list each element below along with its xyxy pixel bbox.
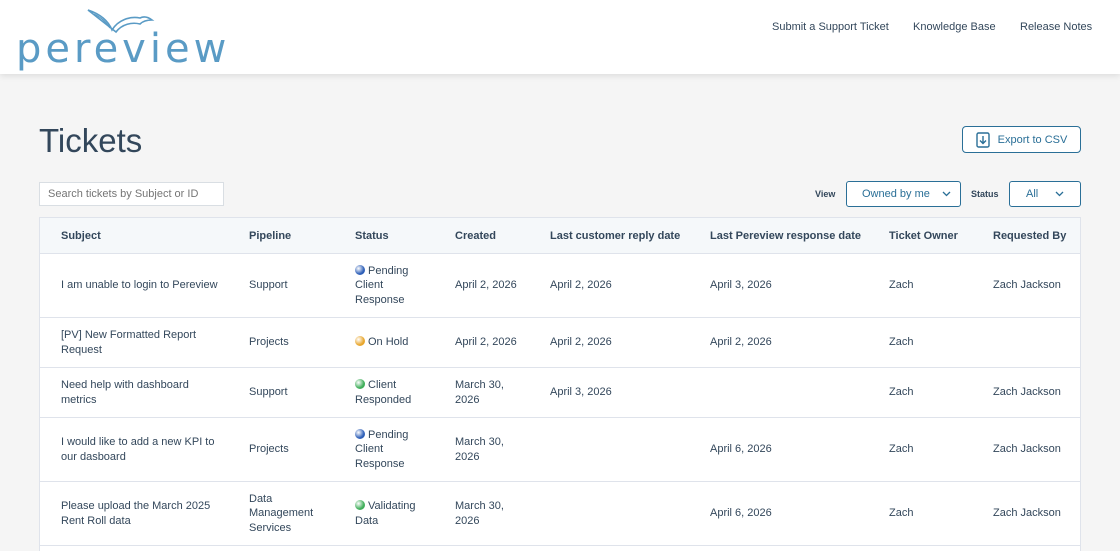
- table-row[interactable]: Need help with dashboard metrics Support…: [40, 368, 1080, 418]
- ticket-pipeline: Support: [249, 386, 288, 399]
- ticket-requested-by: Zach Jackson: [993, 386, 1061, 399]
- ticket-subject[interactable]: I would like to add a new KPI to our das…: [61, 418, 221, 481]
- ticket-created: March 30, 2026: [455, 436, 504, 463]
- ticket-requested-by: Zach Jackson: [993, 443, 1061, 456]
- column-header-requested-by[interactable]: Requested By: [993, 230, 1066, 242]
- ticket-owner: Zach: [889, 443, 914, 456]
- ticket-last-customer-reply: April 2, 2026: [550, 336, 612, 349]
- ticket-subject[interactable]: Need help with dashboard metrics: [61, 368, 201, 417]
- ticket-last-pereview-response: April 3, 2026: [710, 279, 772, 292]
- export-csv-label: Export to CSV: [997, 133, 1068, 146]
- status-dot-icon: [355, 500, 365, 510]
- ticket-owner: Zach: [889, 336, 914, 349]
- column-header-subject[interactable]: Subject: [61, 230, 101, 242]
- ticket-subject[interactable]: [PV] New Formatted Report Request: [61, 318, 236, 367]
- ticket-pipeline: Support: [249, 279, 288, 292]
- download-file-icon: [975, 131, 990, 148]
- table-row[interactable]: I am unable to login to Pereview Support…: [40, 254, 1080, 318]
- table-row[interactable]: I would like to add a new KPI to our das…: [40, 418, 1080, 482]
- table-header: Subject Pipeline Status Created Last cus…: [40, 218, 1080, 254]
- ticket-last-customer-reply: April 2, 2026: [550, 279, 612, 292]
- ticket-status: Pending Client Response: [355, 418, 430, 481]
- column-header-last-pereview-response[interactable]: Last Pereview response date: [710, 230, 861, 242]
- status-dot-icon: [355, 379, 365, 389]
- ticket-last-pereview-response: April 6, 2026: [710, 507, 772, 520]
- search-tickets-input[interactable]: [39, 182, 224, 206]
- view-dropdown[interactable]: Owned by me: [846, 181, 961, 207]
- ticket-created: March 30, 2026: [455, 500, 504, 527]
- ticket-requested-by: [993, 318, 1078, 367]
- ticket-last-customer-reply: April 3, 2026: [550, 386, 612, 399]
- ticket-subject[interactable]: I am unable to login to Pereview: [61, 254, 236, 317]
- nav-knowledge-base[interactable]: Knowledge Base: [913, 21, 996, 33]
- ticket-last-customer-reply: [550, 482, 700, 545]
- column-header-pipeline[interactable]: Pipeline: [249, 230, 291, 242]
- ticket-last-pereview-response: [710, 368, 880, 417]
- status-dot-icon: [355, 428, 365, 439]
- ticket-created: March 30, 2026: [455, 379, 504, 406]
- page-title: Tickets: [39, 122, 143, 159]
- ticket-requested-by: Zach Jackson: [993, 507, 1061, 520]
- view-filter-label: View: [815, 189, 836, 199]
- status-dot-icon: [355, 264, 365, 275]
- tickets-table: Subject Pipeline Status Created Last cus…: [39, 217, 1081, 551]
- ticket-status: Validating Data: [355, 482, 430, 545]
- nav-submit-ticket[interactable]: Submit a Support Ticket: [772, 21, 889, 33]
- ticket-owner: Zach: [889, 386, 914, 399]
- export-csv-button[interactable]: Export to CSV: [962, 126, 1081, 153]
- status-dot-icon: [355, 336, 365, 347]
- column-header-created[interactable]: Created: [455, 230, 496, 242]
- ticket-last-pereview-response: April 6, 2026: [710, 443, 772, 456]
- bird-logo-icon: [87, 9, 155, 34]
- ticket-created: April 2, 2026: [455, 279, 517, 292]
- ticket-created: April 2, 2026: [455, 336, 517, 349]
- ticket-pipeline: Projects: [249, 336, 289, 349]
- table-row[interactable]: Please upload the March 2025 Rent Roll d…: [40, 482, 1080, 546]
- ticket-owner: Zach: [889, 507, 914, 520]
- ticket-pipeline: Data Management Services: [249, 492, 314, 534]
- status-dropdown-value: All: [1026, 188, 1039, 200]
- column-header-status[interactable]: Status: [355, 230, 389, 242]
- status-filter-label: Status: [971, 189, 999, 199]
- ticket-pipeline: Projects: [249, 443, 289, 456]
- status-text: On Hold: [368, 336, 409, 349]
- ticket-last-customer-reply: [550, 418, 700, 481]
- ticket-subject[interactable]: Please upload the March 2025 Rent Roll d…: [61, 482, 226, 545]
- ticket-status: Client Responded: [355, 368, 430, 417]
- ticket-last-pereview-response: April 2, 2026: [710, 336, 772, 349]
- ticket-owner: Zach: [889, 279, 914, 292]
- chevron-down-icon: [1055, 191, 1064, 197]
- ticket-status: Pending Client Response: [355, 254, 430, 317]
- column-header-ticket-owner[interactable]: Ticket Owner: [889, 230, 958, 242]
- top-header: pereview Submit a Support Ticket Knowled…: [0, 0, 1120, 74]
- table-row[interactable]: [PV] New Formatted Report Request Projec…: [40, 318, 1080, 368]
- ticket-status: On Hold: [355, 318, 430, 367]
- nav-release-notes[interactable]: Release Notes: [1020, 21, 1092, 33]
- view-dropdown-value: Owned by me: [862, 188, 930, 200]
- column-header-last-customer-reply[interactable]: Last customer reply date: [550, 230, 680, 242]
- chevron-down-icon: [942, 191, 951, 197]
- status-dropdown[interactable]: All: [1009, 181, 1081, 207]
- ticket-requested-by: Zach Jackson: [993, 279, 1061, 292]
